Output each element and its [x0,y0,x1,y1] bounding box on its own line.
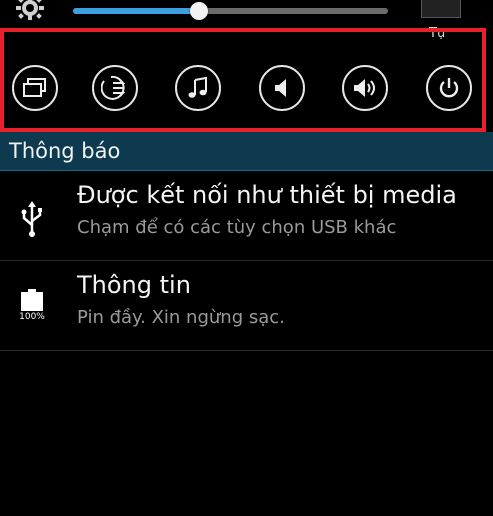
brightness-fill [73,8,199,14]
battery-percent-caption: 100% [19,312,45,322]
notification-usb-title: Được kết nối như thiết bị media [77,181,457,209]
brightness-row [0,0,493,26]
notification-usb-subtitle: Chạm để có các tùy chọn USB khác [77,217,397,238]
power-button[interactable] [426,65,472,111]
data-sync-icon [101,75,126,100]
data-sync-button[interactable] [92,65,138,111]
brightness-slider[interactable] [73,2,388,20]
notification-usb[interactable]: Được kết nối như thiết bị media Chạm để … [0,171,493,261]
notification-battery-title: Thông tin [77,271,191,299]
notifications-header-title: Thông báo [9,139,121,163]
music-button[interactable] [175,65,221,111]
brightness-gear-icon[interactable] [12,0,48,24]
power-icon [439,78,459,98]
volume-button[interactable] [342,65,388,111]
volume-icon [354,79,375,97]
quick-settings-panel [0,28,486,132]
auto-brightness-checkbox[interactable] [421,0,461,18]
notifications-header: Thông báo [0,132,493,171]
brightness-slider-thumb[interactable] [190,2,208,20]
multi-window-icon [23,78,46,97]
multi-window-button[interactable] [12,65,58,111]
notification-battery-subtitle: Pin đầy. Xin ngừng sạc. [77,307,285,328]
usb-icon [21,201,42,237]
sound-mute-icon [275,79,286,97]
music-note-icon [188,76,207,98]
sound-mute-button[interactable] [259,65,305,111]
battery-full-icon [21,289,43,311]
battery-icon-wrapper: 100% [15,289,49,329]
notification-battery[interactable]: 100% Thông tin Pin đầy. Xin ngừng sạc. [0,261,493,351]
